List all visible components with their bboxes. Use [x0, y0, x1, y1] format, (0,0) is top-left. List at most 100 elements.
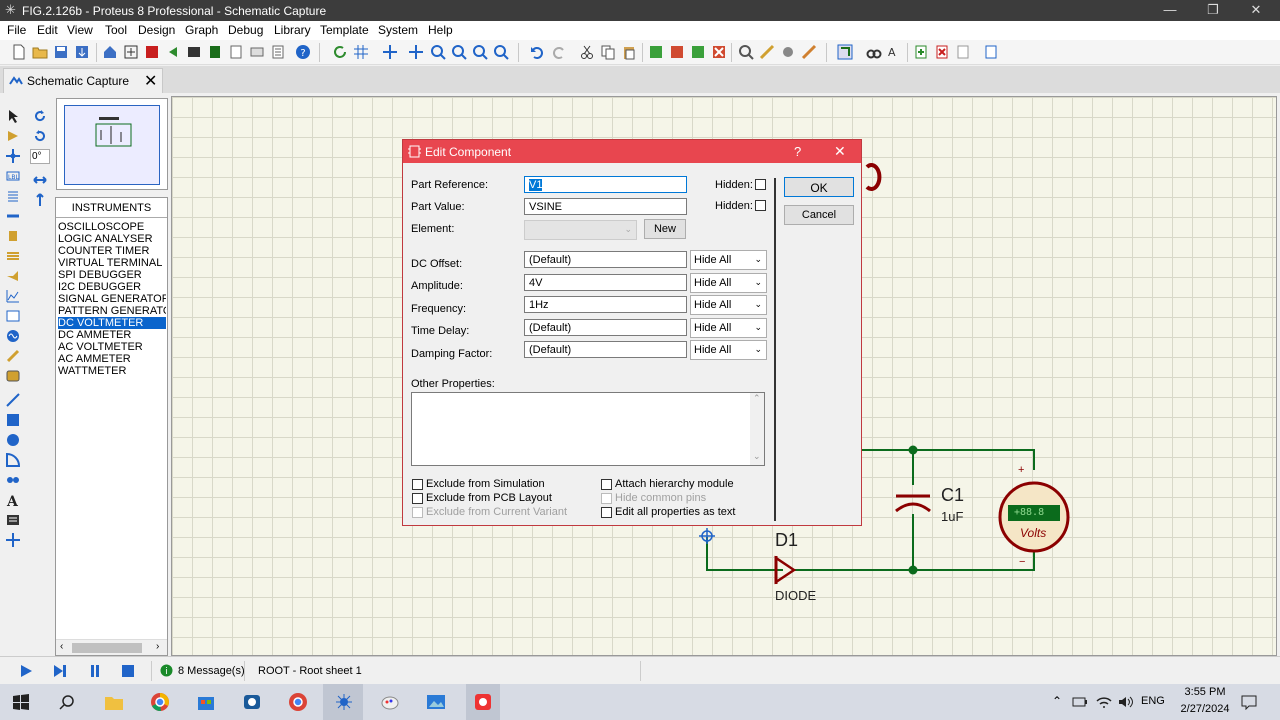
3d-view-icon[interactable] — [186, 44, 202, 60]
battery-icon[interactable] — [1072, 695, 1088, 709]
exclude-pcb-checkbox[interactable] — [412, 493, 423, 504]
zoom-area-icon[interactable] — [493, 44, 509, 60]
rotation-angle-field[interactable]: 0° — [30, 149, 50, 164]
pause-icon[interactable] — [88, 664, 102, 678]
ok-button[interactable]: OK — [784, 177, 854, 197]
junction-dot-icon[interactable] — [6, 149, 20, 163]
home-icon[interactable] — [102, 44, 118, 60]
time-delay-visibility-select[interactable]: Hide All ⌄ — [690, 318, 767, 338]
rotate-anticlockwise-icon[interactable] — [33, 129, 47, 143]
exit-to-parent-icon[interactable] — [955, 44, 971, 60]
import-icon[interactable] — [74, 44, 90, 60]
edit-all-text-checkbox[interactable] — [601, 507, 612, 518]
dialog-close-icon[interactable]: ✕ — [834, 143, 846, 160]
scroll-up-icon[interactable]: ⌃ — [753, 393, 761, 404]
time-delay-input[interactable]: (Default) — [524, 319, 687, 336]
block-copy-icon[interactable] — [648, 44, 664, 60]
zoom-in-icon[interactable] — [430, 44, 446, 60]
design-explorer-icon[interactable] — [249, 44, 265, 60]
wire-label-icon[interactable]: LBL — [6, 169, 20, 183]
decompose-icon[interactable] — [801, 44, 817, 60]
file-explorer-icon[interactable] — [104, 692, 124, 712]
show-hidden-icons-icon[interactable]: ⌃ — [1052, 694, 1062, 708]
damping-factor-input[interactable]: (Default) — [524, 341, 687, 358]
open-folder-icon[interactable] — [32, 44, 48, 60]
refresh-icon[interactable] — [332, 44, 348, 60]
amplitude-visibility-select[interactable]: Hide All ⌄ — [690, 273, 767, 293]
schematic-icon[interactable] — [123, 44, 139, 60]
attach-hierarchy-checkbox[interactable] — [601, 479, 612, 490]
scroll-down-icon[interactable]: ⌄ — [753, 451, 761, 462]
path-tool-icon[interactable] — [6, 473, 20, 487]
new-file-icon[interactable] — [11, 44, 27, 60]
cut-icon[interactable] — [579, 44, 595, 60]
frequency-visibility-select[interactable]: Hide All ⌄ — [690, 295, 767, 315]
buses-icon[interactable] — [6, 209, 20, 223]
pan-icon[interactable] — [408, 44, 424, 60]
amplitude-input[interactable]: 4V — [524, 274, 687, 291]
mirror-horizontal-icon[interactable] — [33, 173, 47, 187]
tab-schematic-capture[interactable]: Schematic Capture ✕ — [3, 68, 163, 93]
list-item[interactable]: AC AMMETER — [58, 353, 166, 365]
notes-icon[interactable] — [270, 44, 286, 60]
list-item[interactable]: PATTERN GENERATO — [58, 305, 166, 317]
copy-icon[interactable] — [600, 44, 616, 60]
stop-icon[interactable] — [121, 664, 135, 678]
menu-template[interactable]: Template — [320, 23, 369, 37]
store-icon[interactable] — [196, 692, 216, 712]
element-dropdown[interactable]: ⌄ — [524, 220, 637, 240]
wire-autorouter-icon[interactable] — [837, 44, 853, 60]
terminals-icon[interactable] — [6, 249, 20, 263]
dialog-help-button[interactable]: ? — [794, 144, 801, 159]
new-sheet-icon[interactable] — [913, 44, 929, 60]
paint-icon[interactable] — [380, 692, 400, 712]
mirror-vertical-icon[interactable] — [33, 193, 47, 207]
list-item[interactable]: SPI DEBUGGER — [58, 269, 166, 281]
symbol-tool-icon[interactable] — [6, 513, 20, 527]
voltage-probe-icon[interactable] — [6, 349, 20, 363]
camtasia-icon[interactable] — [242, 692, 262, 712]
textarea-scrollbar[interactable]: ⌃ ⌄ — [750, 393, 764, 465]
tape-recorder-icon[interactable] — [6, 309, 20, 323]
remove-sheet-icon[interactable] — [934, 44, 950, 60]
tab-close-icon[interactable]: ✕ — [144, 71, 157, 91]
overview-window[interactable] — [56, 98, 168, 190]
undo-icon[interactable] — [529, 44, 545, 60]
notification-icon[interactable] — [1241, 694, 1257, 710]
list-item[interactable]: OSCILLOSCOPE — [58, 221, 166, 233]
menu-debug[interactable]: Debug — [228, 23, 263, 37]
list-item[interactable]: WATTMETER — [58, 365, 166, 377]
list-item[interactable]: COUNTER TIMER — [58, 245, 166, 257]
text-script-icon[interactable] — [6, 189, 20, 203]
menu-help[interactable]: Help — [428, 23, 453, 37]
arc-tool-icon[interactable] — [6, 453, 20, 467]
subcircuit-icon[interactable] — [6, 229, 20, 243]
paste-icon[interactable] — [621, 44, 637, 60]
box-tool-icon[interactable] — [6, 413, 20, 427]
generator-icon[interactable] — [6, 329, 20, 343]
clock-date[interactable]: 2/27/2024 — [1176, 703, 1234, 715]
hidden-checkbox-ref[interactable] — [755, 179, 766, 190]
maximize-icon[interactable]: ❐ — [1199, 2, 1227, 18]
save-icon[interactable] — [53, 44, 69, 60]
new-element-button[interactable]: New — [644, 219, 686, 239]
circle-tool-icon[interactable] — [6, 433, 20, 447]
component-mode-icon[interactable] — [6, 129, 20, 143]
scroll-left-icon[interactable]: ‹ — [60, 641, 63, 652]
graph-mode-icon[interactable] — [6, 289, 20, 303]
chrome-icon[interactable] — [150, 692, 170, 712]
minimize-icon[interactable]: — — [1156, 2, 1184, 17]
list-item-selected[interactable]: DC VOLTMETER — [58, 317, 166, 329]
search-tag-icon[interactable] — [866, 44, 882, 60]
scrollbar-thumb[interactable] — [72, 643, 142, 653]
redo-icon[interactable] — [551, 44, 567, 60]
close-window-icon[interactable]: ✕ — [1242, 2, 1270, 18]
device-pins-icon[interactable] — [6, 269, 20, 283]
volume-icon[interactable] — [1118, 695, 1134, 709]
message-count[interactable]: 8 Message(s) — [178, 665, 245, 677]
menu-library[interactable]: Library — [274, 23, 311, 37]
help-icon[interactable]: ? — [295, 44, 311, 60]
menu-design[interactable]: Design — [138, 23, 175, 37]
scroll-right-icon[interactable]: › — [156, 641, 159, 652]
menu-tool[interactable]: Tool — [105, 23, 127, 37]
